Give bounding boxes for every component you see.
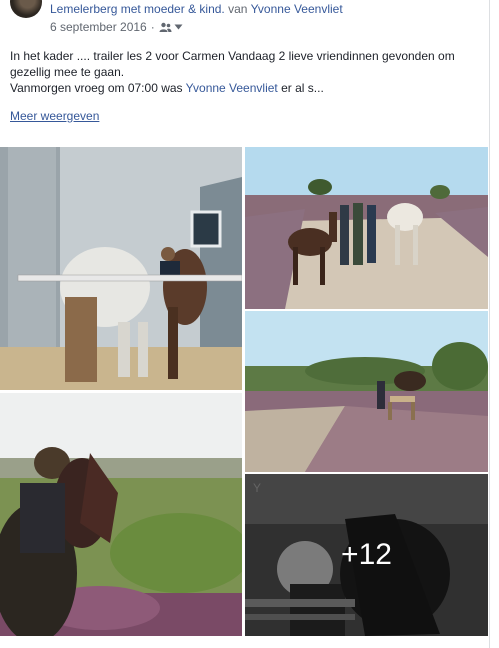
photo-woman-horse[interactable] (0, 393, 242, 636)
meta-separator: · (150, 20, 155, 34)
by-text: van (228, 2, 248, 16)
photo-group-horses[interactable] (245, 147, 488, 309)
post-text-line1: In het kader .... trailer les 2 voor Car… (10, 49, 455, 79)
photo-more-overlay[interactable]: Y +12 (245, 474, 488, 636)
see-more-link[interactable]: Meer weergeven (10, 109, 99, 123)
post-header: Lemelerberg met moeder & kind. van Yvonn… (50, 2, 343, 16)
author-link[interactable]: Yvonne Veenvliet (251, 2, 343, 16)
post-text-line2-prefix: Vanmorgen vroeg om 07:00 was (10, 81, 183, 95)
post-meta: 6 september 2016 · (50, 20, 183, 34)
photo-woman-horse-image (0, 393, 242, 636)
photo-horse-trailer-image (0, 147, 242, 390)
group-link[interactable]: Lemelerberg met moeder & kind. (50, 2, 225, 16)
more-photos-count: +12 (341, 538, 392, 571)
feed-post: Lemelerberg met moeder & kind. van Yvonn… (0, 0, 499, 648)
more-photos-overlay[interactable]: +12 (245, 474, 488, 636)
post-border (489, 0, 490, 648)
chevron-down-icon (174, 24, 183, 30)
post-text-line2-suffix: er al s... (281, 81, 324, 95)
photo-heath-bench[interactable] (245, 311, 488, 472)
mention-link[interactable]: Yvonne Veenvliet (186, 81, 278, 95)
audience-selector[interactable] (159, 22, 183, 33)
group-icon (159, 22, 172, 32)
post-message: In het kader .... trailer les 2 voor Car… (10, 48, 480, 96)
post-date[interactable]: 6 september 2016 (50, 20, 147, 34)
photo-horse-trailer[interactable] (0, 147, 242, 390)
photo-group-horses-image (245, 147, 488, 309)
photo-heath-bench-image (245, 311, 488, 472)
author-avatar[interactable] (10, 0, 42, 18)
